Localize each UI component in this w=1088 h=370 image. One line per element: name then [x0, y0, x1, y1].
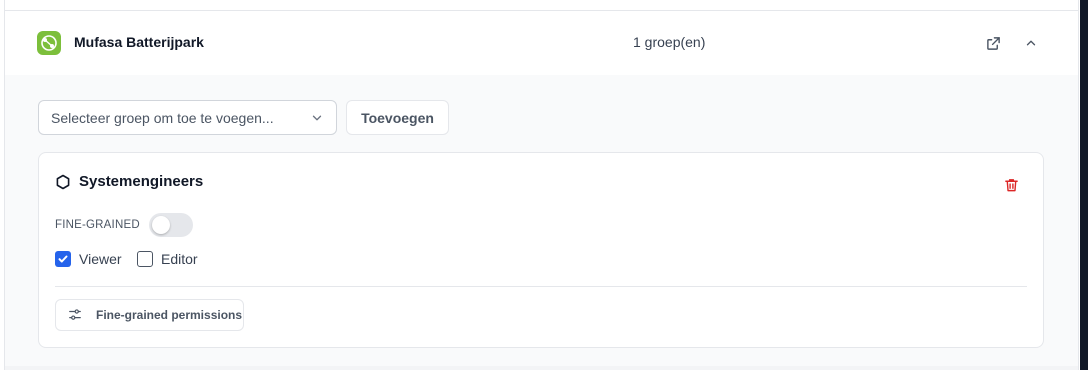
- mufasa-logo-icon: [37, 31, 61, 55]
- fine-grained-permissions-label: Fine-grained permissions: [96, 308, 243, 322]
- chevron-down-icon: [310, 111, 324, 128]
- viewer-label: Viewer: [79, 251, 122, 267]
- editor-label: Editor: [161, 251, 198, 267]
- viewer-checkbox-row[interactable]: Viewer: [55, 251, 122, 267]
- panel-bottom: [5, 366, 1078, 370]
- editor-checkbox[interactable]: [137, 251, 153, 267]
- group-title: Systemengineers: [79, 173, 204, 190]
- panel-top-border: [5, 0, 1078, 11]
- hexagon-icon: [55, 174, 71, 195]
- add-group-button[interactable]: Toevoegen: [346, 100, 449, 135]
- group-select-placeholder: Selecteer groep om toe te voegen...: [51, 110, 274, 126]
- fine-grained-permissions-button[interactable]: Fine-grained permissions: [55, 299, 244, 331]
- editor-checkbox-row[interactable]: Editor: [137, 251, 198, 267]
- external-link-icon[interactable]: [983, 33, 1003, 53]
- chevron-up-icon[interactable]: [1021, 33, 1041, 53]
- group-count: 1 groep(en): [633, 34, 706, 50]
- group-select[interactable]: Selecteer groep om toe te voegen...: [38, 100, 337, 135]
- fine-grained-toggle[interactable]: [149, 213, 193, 237]
- viewer-checkbox[interactable]: [55, 251, 71, 267]
- toggle-knob: [152, 216, 170, 234]
- project-panel: Mufasa Batterijpark 1 groep(en) Selectee…: [4, 0, 1079, 370]
- fine-grained-label: FINE-GRAINED: [55, 219, 140, 231]
- editor-gutter: [1080, 0, 1088, 370]
- group-card: Systemengineers FINE-GRAINED Viewer Edit: [38, 152, 1044, 348]
- project-name: Mufasa Batterijpark: [74, 34, 204, 50]
- trash-icon[interactable]: [1004, 177, 1019, 198]
- sliders-icon: [68, 308, 82, 322]
- card-divider: [55, 286, 1027, 287]
- project-header[interactable]: Mufasa Batterijpark 1 groep(en): [5, 11, 1078, 75]
